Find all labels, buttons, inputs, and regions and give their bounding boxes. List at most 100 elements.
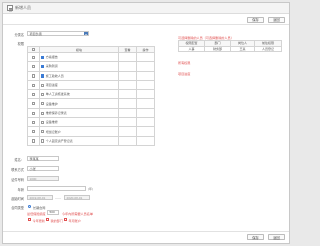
unchecked-checkbox[interactable] (41, 120, 45, 125)
table-cell (27, 89, 40, 100)
module-label: 方案报告 (45, 55, 58, 60)
footer-save-button[interactable]: 保存 (247, 234, 264, 240)
table-cell[interactable] (136, 98, 155, 109)
table-cell[interactable] (118, 126, 137, 137)
table-row[interactable]: 增加记账户 (27, 126, 155, 137)
table-cell[interactable] (118, 79, 137, 91)
table-cell[interactable] (136, 117, 155, 128)
module-label: 设备维修 (45, 120, 58, 125)
table-cell[interactable] (118, 98, 137, 109)
table-cell[interactable] (136, 126, 155, 137)
unchecked-checkbox[interactable] (41, 83, 45, 87)
table-row[interactable]: 人事 财务部 王某 人员登记 (178, 45, 282, 52)
table-row[interactable]: 维修保养记录表 (27, 107, 155, 119)
table-cell[interactable] (118, 107, 137, 119)
table-cell[interactable] (118, 51, 137, 63)
table-cell[interactable] (136, 70, 155, 81)
option-checkbox-1[interactable] (28, 218, 31, 221)
table-row[interactable]: 个人固定资产登记表 (27, 135, 155, 146)
table-cell[interactable] (118, 89, 137, 100)
table-row[interactable]: 采购到货 (27, 61, 155, 72)
module-label: 施工验收人员 (45, 73, 64, 78)
table-cell[interactable] (118, 61, 137, 72)
row-checkbox[interactable] (31, 139, 36, 143)
toolbar: 保存 返回 (3, 14, 289, 25)
row-checkbox[interactable] (31, 120, 36, 125)
option-checkbox-2[interactable] (46, 218, 49, 221)
category-select[interactable]: 项目负责 (27, 31, 89, 36)
permission-label: 权限 (17, 42, 24, 46)
table-cell (27, 70, 40, 81)
footer-divider (3, 231, 289, 232)
unchecked-checkbox[interactable] (41, 92, 45, 97)
table-row[interactable]: 方案报告 (27, 51, 155, 63)
option-label-2: 我的部门 (50, 218, 63, 223)
back-button[interactable]: 返回 (268, 16, 285, 23)
row-checkbox[interactable] (31, 130, 36, 134)
module-name: 项目进度 (39, 79, 119, 91)
age-label: 年龄 (17, 187, 24, 192)
row-checkbox[interactable] (31, 55, 36, 59)
insurance-amount-field[interactable]: 500 (47, 210, 59, 215)
window-title: 新增人员 (15, 5, 31, 10)
table-row[interactable]: 施工验收人员 (27, 70, 155, 81)
age-field[interactable] (27, 186, 86, 191)
table-cell[interactable] (136, 61, 155, 72)
row-checkbox[interactable] (31, 92, 36, 97)
row-checkbox[interactable] (31, 83, 36, 87)
date-separator: —— (55, 196, 61, 200)
date-start-field[interactable]: 2019-08-01 (27, 195, 53, 200)
contact-field[interactable]: 小张 (27, 166, 59, 171)
list-icon (7, 5, 13, 11)
checked-checkbox[interactable] (41, 74, 45, 78)
table-cell (27, 135, 40, 146)
unchecked-checkbox[interactable] (41, 102, 45, 106)
table-row[interactable]: 设备维护 (27, 98, 155, 109)
module-name: 设备维修 (39, 117, 119, 128)
option-checkbox-3[interactable] (64, 218, 67, 221)
table-row[interactable]: 设备维修 (27, 117, 155, 128)
assigned-table: 权限配置 部门 岗位人 前往权限 人事 财务部 王某 人员登记 (178, 40, 282, 52)
select-all-checkbox[interactable] (31, 48, 36, 52)
footer-back-button[interactable]: 返回 (268, 234, 285, 240)
table-cell[interactable] (118, 135, 137, 146)
row-checkbox[interactable] (31, 111, 36, 115)
table-cell[interactable] (136, 107, 155, 119)
table-cell (27, 98, 40, 109)
save-button[interactable]: 保存 (247, 16, 264, 23)
right-red-note-2: 项目进度 (178, 72, 191, 76)
category-label: 分类名 (14, 32, 24, 37)
table-row[interactable]: 项目进度 (27, 79, 155, 91)
date-label: 起始时间 (11, 196, 24, 201)
table-cell[interactable] (136, 51, 155, 63)
row-checkbox[interactable] (31, 65, 36, 69)
row-checkbox[interactable] (31, 102, 36, 106)
module-name: 个人固定资产登记表 (39, 135, 119, 146)
insurance-note-label: 最低保险额度 (27, 211, 46, 216)
contact-label: 联系方式 (11, 167, 24, 172)
module-name: 方案报告 (39, 51, 119, 63)
table-cell[interactable] (136, 79, 155, 91)
name-field[interactable]: 李某某 (27, 156, 59, 161)
row-checkbox[interactable] (31, 74, 36, 78)
checked-checkbox[interactable] (41, 65, 45, 69)
module-label: 维修保养记录表 (45, 110, 67, 115)
contract-type-radio[interactable] (28, 204, 32, 208)
unchecked-checkbox[interactable] (41, 139, 45, 143)
table-cell[interactable] (118, 117, 137, 128)
checked-checkbox[interactable] (41, 55, 45, 59)
dialog-window: 新增人员 保存 返回 分类名 项目负责 权限 模块 查看 操作 方案报告 采购到货… (2, 2, 290, 244)
unchecked-checkbox[interactable] (41, 111, 45, 115)
chevron-down-icon[interactable] (84, 32, 88, 35)
id-field[interactable]: 1000 (27, 176, 59, 181)
table-cell[interactable] (136, 89, 155, 100)
module-label: 项目进度 (45, 83, 58, 88)
right-red-note-1: 所有权限 (178, 61, 191, 65)
unchecked-checkbox[interactable] (41, 130, 45, 134)
table-row[interactable]: 单人工资核发系统 (27, 89, 155, 100)
insurance-note-suffix: 今年内所需要人员名单 (62, 211, 93, 216)
date-end-field[interactable]: 2020-08-01 (64, 195, 90, 200)
table-cell[interactable] (136, 135, 155, 146)
module-name: 维修保养记录表 (39, 107, 119, 119)
table-cell[interactable] (118, 70, 137, 81)
